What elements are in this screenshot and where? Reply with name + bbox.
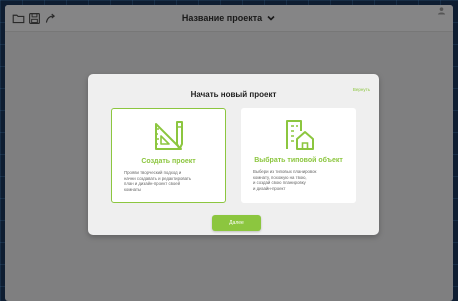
project-title-dropdown[interactable]: Название проекта [5,5,453,31]
card-description: Выбери из типовых планировок комнату, по… [253,169,317,191]
next-button[interactable]: Далее [212,215,261,231]
house-building-icon [285,120,314,150]
card-title: Выбрать типовой объект [254,157,343,164]
card-title: Создать проект [141,158,196,165]
chevron-down-icon [267,15,275,21]
user-icon[interactable] [437,6,446,15]
drafting-tools-icon [154,121,183,150]
project-title: Название проекта [181,13,263,23]
modal-title: Начать новый проект [190,90,277,99]
create-project-card[interactable]: Создать проект Прояви творческий подход … [111,108,226,203]
app-window: Название проекта Начать новый проект Вер… [5,5,453,301]
choose-template-card[interactable]: Выбрать типовой объект Выбери из типовых… [241,108,356,203]
new-project-modal: Начать новый проект Вернуть Создать прое… [88,74,379,235]
back-link[interactable]: Вернуть [353,87,370,92]
card-description: Прояви творческий подход и начни создава… [124,170,192,192]
top-toolbar: Название проекта [5,5,453,32]
